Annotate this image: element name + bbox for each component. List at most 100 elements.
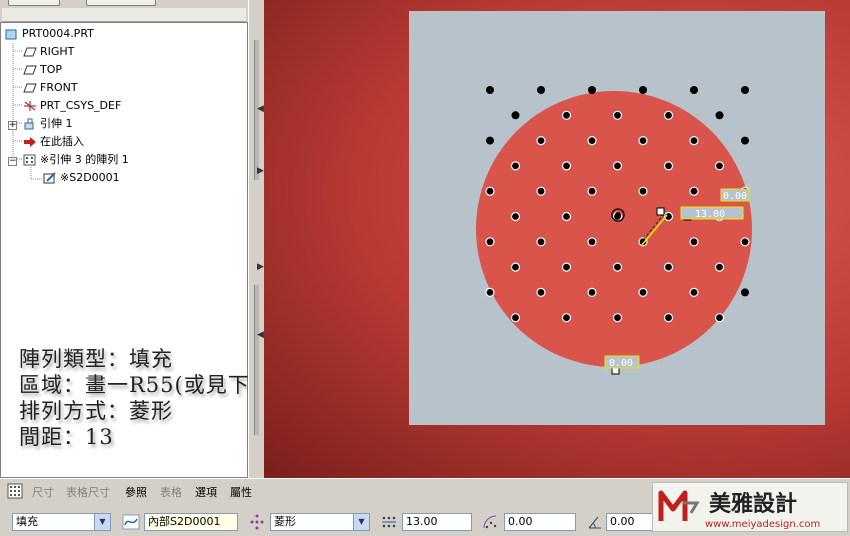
collapse-left-icon-2[interactable]: ◀	[257, 330, 264, 340]
toolbar-button-1[interactable]	[8, 0, 60, 6]
pattern-member-dot[interactable]	[740, 237, 750, 247]
datum-plane-icon	[23, 82, 37, 94]
tab-table[interactable]: 表格	[160, 484, 182, 500]
pattern-member-dot[interactable]	[638, 287, 648, 297]
pattern-member-dot[interactable]	[587, 287, 597, 297]
collapse-toggle-pattern[interactable]: −	[8, 157, 17, 166]
pattern-member-dot[interactable]	[486, 86, 494, 94]
pattern-member-dot[interactable]	[690, 86, 698, 94]
tree-item-extrude-1[interactable]: 引伸 1	[23, 116, 73, 132]
spacing-input[interactable]: 13.00	[402, 513, 472, 531]
tab-references[interactable]: 參照	[125, 484, 147, 500]
pattern-member-dot[interactable]	[561, 211, 572, 222]
tree-item-part[interactable]: PRT0004.PRT	[5, 26, 94, 42]
tree-item-pattern[interactable]: ※引伸 3 的陣列 1	[23, 152, 129, 168]
pattern-member-dot[interactable]	[485, 237, 495, 247]
pattern-member-dot[interactable]	[741, 136, 749, 145]
pattern-member-dot[interactable]	[639, 86, 647, 94]
pattern-member-dot[interactable]	[510, 262, 521, 272]
pattern-member-dot[interactable]	[714, 313, 725, 323]
pattern-member-dot[interactable]	[612, 313, 623, 323]
tree-item-right[interactable]: RIGHT	[23, 44, 74, 60]
watermark-logo: 美雅設計 www.meiyadesign.com	[652, 482, 848, 532]
pattern-member-dot[interactable]	[561, 262, 572, 272]
pattern-type-select[interactable]: 填充 ▼	[12, 513, 111, 531]
pattern-member-dot[interactable]	[689, 136, 699, 146]
pattern-member-dot[interactable]	[588, 86, 596, 94]
pattern-member-dot[interactable]	[663, 262, 674, 272]
sketch-reference-field[interactable]: 內部S2D0001	[144, 513, 238, 531]
tab-table-dimensions[interactable]: 表格尺寸	[66, 484, 110, 500]
pattern-member-dot[interactable]	[537, 86, 545, 94]
drag-handle-1[interactable]	[656, 207, 665, 216]
pattern-member-dot[interactable]	[689, 287, 699, 297]
rotation-angle-input[interactable]: 0.00	[606, 513, 658, 531]
dimension-0-00-right[interactable]: 0.00	[720, 188, 750, 202]
pattern-member-dot[interactable]	[663, 313, 674, 323]
pattern-member-dot[interactable]	[587, 136, 597, 146]
border-offset-input[interactable]: 0.00	[504, 513, 576, 531]
tab-dimensions[interactable]: 尺寸	[32, 484, 54, 500]
tree-item-insert-here[interactable]: 在此插入	[23, 134, 84, 150]
pattern-member-dot[interactable]	[638, 186, 648, 196]
pattern-member-dot[interactable]	[510, 161, 521, 171]
tree-item-sketch[interactable]: ※S2D0001	[43, 170, 120, 186]
pattern-member-dot[interactable]	[714, 161, 725, 171]
expand-right-icon-2[interactable]: ▶	[257, 262, 264, 272]
pattern-member-dot[interactable]	[486, 136, 494, 145]
pattern-member-dot[interactable]	[511, 111, 520, 120]
expand-toggle-extrude[interactable]: +	[8, 121, 17, 130]
pattern-member-dot[interactable]	[663, 110, 674, 120]
pattern-sketch[interactable]: 0.00 13.00 0.00	[409, 11, 825, 425]
pane-splitter[interactable]: ◀ ▶ ▶ ◀	[248, 0, 264, 478]
pattern-member-dot[interactable]	[715, 111, 724, 120]
grid-icon[interactable]	[7, 483, 25, 499]
pattern-member-dot[interactable]	[536, 237, 546, 247]
pattern-member-dot[interactable]	[612, 110, 623, 120]
pattern-icon	[23, 154, 37, 166]
diamond-pattern-icon[interactable]	[248, 514, 266, 530]
collapse-left-icon[interactable]: ◀	[257, 104, 264, 114]
pattern-member-dot[interactable]	[536, 186, 546, 196]
tab-options[interactable]: 選項	[195, 484, 217, 500]
pattern-member-dot[interactable]	[561, 110, 572, 120]
pattern-member-dot[interactable]	[485, 287, 495, 297]
pattern-member-dot[interactable]	[689, 186, 699, 196]
pattern-member-dot[interactable]	[612, 262, 623, 272]
tree-item-front[interactable]: FRONT	[23, 80, 78, 96]
dimension-13-00[interactable]: 13.00	[680, 206, 744, 220]
chevron-down-icon[interactable]: ▼	[94, 514, 110, 530]
pattern-member-dot[interactable]	[485, 186, 495, 196]
border-offset-icon[interactable]	[482, 514, 500, 530]
dimension-0-00-bottom[interactable]: 0.00	[604, 355, 640, 369]
pattern-member-dot[interactable]	[536, 287, 546, 297]
logo-url: www.meiyadesign.com	[705, 519, 820, 530]
pattern-member-dot[interactable]	[587, 186, 597, 196]
pattern-member-dot[interactable]	[536, 136, 546, 146]
pattern-member-dot[interactable]	[689, 237, 699, 247]
pattern-member-dot[interactable]	[741, 288, 749, 297]
splitter-grip-bottom[interactable]	[254, 285, 259, 435]
expand-right-icon[interactable]: ▶	[257, 166, 264, 176]
pattern-member-dot[interactable]	[561, 161, 572, 171]
pattern-member-dot[interactable]	[510, 313, 521, 323]
pattern-member-dot[interactable]	[587, 237, 597, 247]
spacing-icon[interactable]	[380, 514, 398, 530]
pattern-member-dot[interactable]	[741, 86, 749, 94]
pattern-member-dot[interactable]	[714, 262, 725, 272]
pattern-member-dot[interactable]	[638, 136, 648, 146]
pattern-member-dot[interactable]	[663, 161, 674, 171]
pattern-member-dot[interactable]	[510, 211, 521, 222]
fill-region-circle[interactable]	[476, 91, 752, 367]
sketch-curve-icon[interactable]	[122, 514, 140, 530]
rotation-angle-icon[interactable]	[586, 514, 604, 530]
tree-header	[2, 8, 246, 22]
toolbar-button-2[interactable]	[86, 0, 156, 6]
chevron-down-icon[interactable]: ▼	[353, 514, 369, 530]
pattern-member-dot[interactable]	[612, 161, 623, 171]
pattern-member-dot[interactable]	[561, 313, 572, 323]
tab-properties[interactable]: 屬性	[230, 484, 252, 500]
tree-item-csys[interactable]: PRT_CSYS_DEF	[23, 98, 121, 114]
arrangement-select[interactable]: 菱形 ▼	[270, 513, 370, 531]
tree-item-top[interactable]: TOP	[23, 62, 62, 78]
